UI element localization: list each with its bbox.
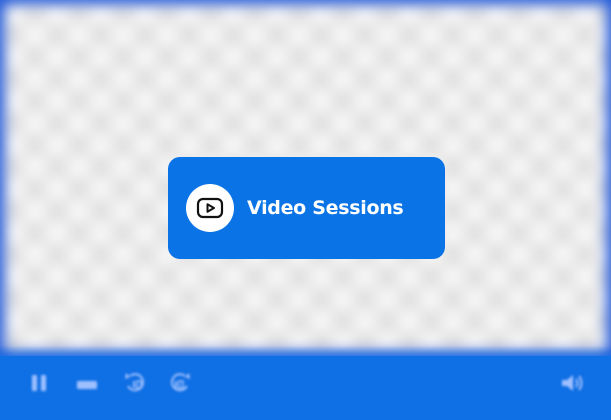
forward-10-icon bbox=[167, 370, 193, 400]
forward-button[interactable] bbox=[163, 370, 197, 400]
player-control-bar bbox=[0, 346, 611, 420]
pause-icon bbox=[30, 373, 48, 397]
video-player: Video Sessions bbox=[0, 0, 611, 420]
pause-button[interactable] bbox=[22, 370, 56, 400]
video-viewport[interactable]: Video Sessions bbox=[0, 0, 611, 356]
replay-10-icon bbox=[122, 370, 148, 400]
video-title-card[interactable]: Video Sessions bbox=[168, 157, 445, 259]
rewind-button[interactable] bbox=[118, 370, 152, 400]
stop-icon bbox=[76, 376, 98, 395]
volume-icon bbox=[560, 372, 586, 398]
stop-button[interactable] bbox=[70, 370, 104, 400]
youtube-icon bbox=[186, 184, 234, 232]
video-title: Video Sessions bbox=[247, 197, 404, 219]
volume-button[interactable] bbox=[556, 370, 590, 400]
